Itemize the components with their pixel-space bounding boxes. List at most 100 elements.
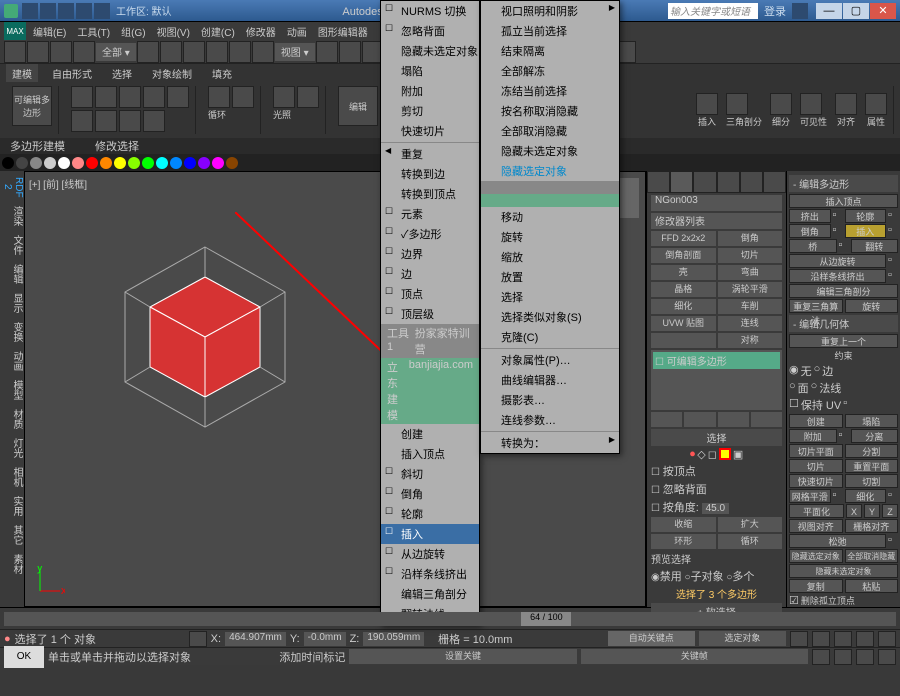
- swatch[interactable]: [198, 157, 210, 169]
- left-cam[interactable]: 相机: [0, 463, 24, 491]
- align-icon[interactable]: [835, 93, 857, 115]
- swatch[interactable]: [128, 157, 140, 169]
- cons-face[interactable]: 面: [798, 380, 809, 396]
- msmooth-btn[interactable]: 网格平滑: [789, 489, 831, 503]
- stack-btn[interactable]: [718, 412, 749, 427]
- stack-btn[interactable]: [751, 412, 782, 427]
- play-prev[interactable]: [812, 631, 830, 647]
- detach-btn[interactable]: 分离: [851, 429, 899, 443]
- tool-pivot[interactable]: [316, 41, 338, 63]
- grow-btn[interactable]: 扩大: [718, 517, 783, 532]
- swatch[interactable]: [170, 157, 182, 169]
- ctx-end-iso[interactable]: 结束隔离: [481, 41, 619, 61]
- y-btn[interactable]: Y: [864, 504, 880, 518]
- editable-poly-btn[interactable]: 可编辑多边形: [12, 86, 52, 126]
- cons-none[interactable]: 无: [801, 363, 812, 379]
- rg-btn[interactable]: [95, 110, 117, 132]
- ctx-chamfer[interactable]: 倒角: [381, 484, 479, 504]
- slice-plane-btn[interactable]: 切片平面: [789, 444, 843, 458]
- swatch[interactable]: [72, 157, 84, 169]
- by-vertex[interactable]: 按顶点: [663, 466, 696, 478]
- ctx-isolate[interactable]: 孤立当前选择: [481, 21, 619, 41]
- preview-off[interactable]: 禁用: [660, 571, 682, 583]
- time-thumb[interactable]: 64 / 100: [521, 612, 571, 626]
- autokey-btn[interactable]: 自动关键点: [608, 631, 695, 646]
- rg-btn[interactable]: [71, 110, 93, 132]
- swatch[interactable]: [114, 157, 126, 169]
- ctx-to-vert[interactable]: 转换到顶点: [381, 184, 479, 204]
- play[interactable]: [834, 631, 852, 647]
- edit-btn[interactable]: 编辑: [338, 86, 378, 126]
- by-angle[interactable]: 按角度:: [663, 502, 699, 514]
- planar-btn[interactable]: 平面化: [789, 504, 844, 518]
- cmd-tab-util[interactable]: [763, 171, 786, 193]
- nav-zoom[interactable]: [834, 649, 852, 665]
- ctx-nurms[interactable]: NURMS 切换: [381, 1, 479, 21]
- ctx-border[interactable]: 边界: [381, 244, 479, 264]
- tool-unlink[interactable]: [73, 41, 95, 63]
- tool-scale[interactable]: [252, 41, 274, 63]
- left-render[interactable]: 渲染: [0, 202, 24, 230]
- left-asset[interactable]: 素材: [0, 550, 24, 578]
- mod-sel-label[interactable]: 修改选择: [95, 138, 139, 154]
- mod-bend[interactable]: 弯曲: [718, 265, 783, 280]
- left-display[interactable]: 显示: [0, 289, 24, 317]
- ctx-to-edge[interactable]: 转换到边: [381, 164, 479, 184]
- prop-icon[interactable]: [865, 93, 887, 115]
- preview-mult[interactable]: 多个: [732, 571, 754, 583]
- ctx-outline[interactable]: 轮廓: [381, 504, 479, 524]
- ctx-hide-unsel2[interactable]: 隐藏未选定对象: [481, 141, 619, 161]
- left-edit[interactable]: 编辑: [0, 260, 24, 288]
- z-btn[interactable]: Z: [882, 504, 898, 518]
- z-coord[interactable]: 190.059mm: [363, 632, 424, 646]
- ctx-hide-sel[interactable]: 隐藏选定对象: [481, 161, 619, 181]
- left-light[interactable]: 灯光: [0, 434, 24, 462]
- hide-unsel-btn[interactable]: 隐藏未选定对象: [789, 564, 898, 578]
- cmd-tab-create[interactable]: [647, 171, 670, 193]
- ref-coord[interactable]: 视图 ▾: [275, 43, 315, 61]
- left-anim[interactable]: 动画: [0, 347, 24, 375]
- cmd-tab-modify[interactable]: [670, 171, 693, 193]
- rg-btn[interactable]: [208, 86, 230, 108]
- create-btn[interactable]: 创建: [789, 414, 843, 428]
- nav-orbit[interactable]: [856, 649, 874, 665]
- mod-bevprof[interactable]: 倒角剖面: [651, 248, 716, 263]
- paste-btn[interactable]: 粘贴: [845, 579, 899, 593]
- rg-btn[interactable]: [119, 110, 141, 132]
- attach-btn[interactable]: 附加: [789, 429, 837, 443]
- ctx-repeat[interactable]: 重复: [381, 144, 479, 164]
- ok-box[interactable]: OK: [4, 646, 44, 668]
- left-rdf[interactable]: RDF 2: [0, 173, 24, 201]
- ctx-insvert[interactable]: 插入顶点: [381, 444, 479, 464]
- hinge-btn[interactable]: 从边旋转: [789, 254, 886, 268]
- ctx-convert[interactable]: 转换为：: [481, 433, 619, 453]
- ctx-unfreeze[interactable]: 全部解冻: [481, 61, 619, 81]
- x-btn[interactable]: X: [846, 504, 862, 518]
- ctx-collapse[interactable]: 塌陷: [381, 61, 479, 81]
- ctx-attach[interactable]: 附加: [381, 81, 479, 101]
- qat-btn[interactable]: [40, 3, 56, 19]
- swatch[interactable]: [100, 157, 112, 169]
- extspline-btn[interactable]: 沿样条线挤出: [789, 269, 886, 283]
- play-end[interactable]: [878, 631, 896, 647]
- tool-snap[interactable]: [339, 41, 361, 63]
- left-util[interactable]: 实用: [0, 492, 24, 520]
- repeat-btn[interactable]: 重复上一个: [789, 334, 898, 348]
- ctx-bevel[interactable]: 斜切: [381, 464, 479, 484]
- menu-modifiers[interactable]: 修改器: [242, 23, 280, 40]
- collapse-btn[interactable]: 塌陷: [845, 414, 899, 428]
- qat-btn[interactable]: [58, 3, 74, 19]
- ctx-scale[interactable]: 缩放: [481, 247, 619, 267]
- tool-redo[interactable]: [27, 41, 49, 63]
- qat-btn[interactable]: [76, 3, 92, 19]
- extrude-btn[interactable]: 挤出: [789, 209, 831, 223]
- rg-btn[interactable]: [297, 86, 319, 108]
- ctx-dopesheet[interactable]: 摄影表…: [481, 390, 619, 410]
- ctx-top[interactable]: 顶层级: [381, 304, 479, 324]
- tool-select-region[interactable]: [183, 41, 205, 63]
- mod-slice[interactable]: 切片: [718, 248, 783, 263]
- loop-btn[interactable]: 循环: [718, 534, 783, 549]
- cmd-tab-hier[interactable]: [693, 171, 716, 193]
- rot-btn[interactable]: 旋转: [845, 299, 899, 313]
- ctx-rotate[interactable]: 旋转: [481, 227, 619, 247]
